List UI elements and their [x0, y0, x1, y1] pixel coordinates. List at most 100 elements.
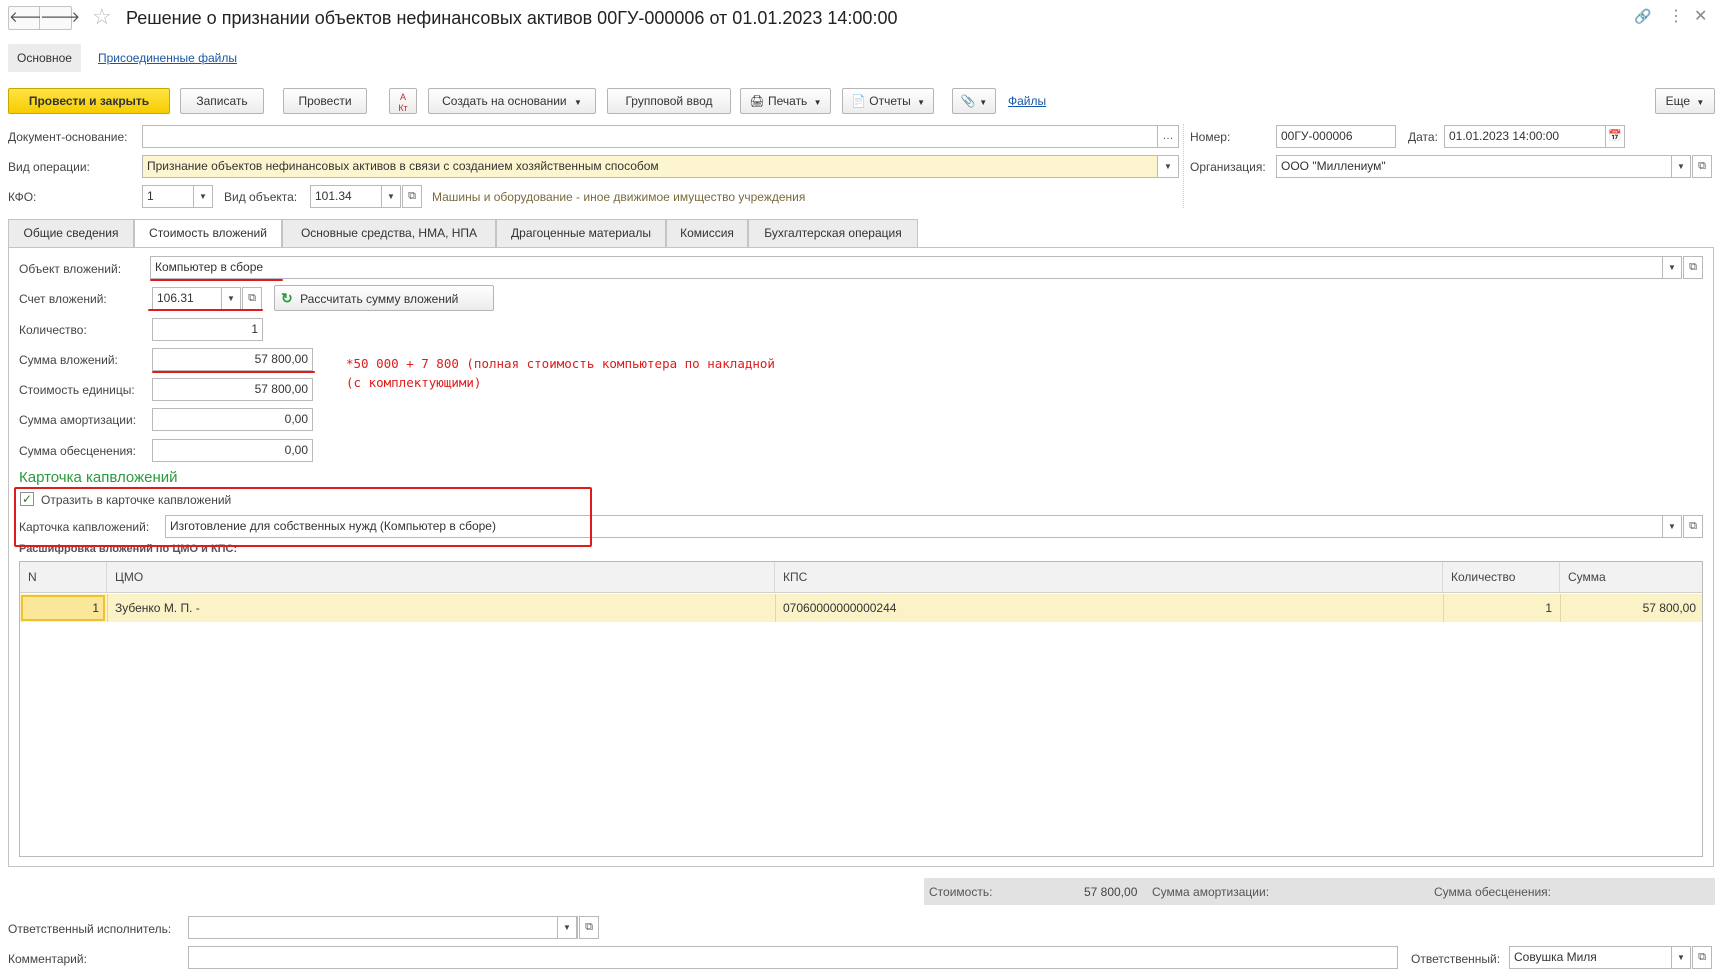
nav-tab-files[interactable]: Присоединенные файлы [98, 51, 237, 65]
account-dropdown-button[interactable]: ▼ [221, 287, 241, 310]
table-cell-kps[interactable]: 07060000000000244 [775, 594, 1443, 622]
op-type-select[interactable]: Признание объектов нефинансовых активов … [142, 155, 1158, 178]
table-cell-n[interactable]: 1 [20, 594, 107, 622]
obj-type-dropdown-button[interactable]: ▼ [381, 185, 401, 208]
save-button[interactable]: Записать [180, 88, 264, 114]
executor-open-button[interactable]: ⧉ [579, 916, 599, 939]
breakdown-grid[interactable]: N ЦМО КПС Количество Сумма 1 Зубенко М. … [19, 561, 1703, 857]
header-divider [1183, 124, 1184, 208]
calendar-button[interactable]: 📅 [1605, 125, 1625, 148]
attach-button[interactable]: 📎 ▼ [952, 88, 996, 114]
object-annotation-underline [150, 279, 283, 281]
amort-label: Сумма амортизации: [19, 413, 137, 427]
obj-type-select[interactable]: 101.34 [310, 185, 382, 208]
qty-input[interactable]: 1 [152, 318, 263, 341]
favorite-star-icon[interactable]: ☆ [92, 4, 112, 30]
print-button[interactable]: 🖨 Печать ▼ [740, 88, 831, 114]
date-input[interactable]: 01.01.2023 14:00:00 [1444, 125, 1606, 148]
create-based-label: Создать на основании [442, 94, 567, 108]
kfo-select[interactable]: 1 [142, 185, 194, 208]
table-cell-qty[interactable]: 1 [1443, 594, 1560, 622]
grid-header-cmo[interactable]: ЦМО [107, 562, 775, 592]
grid-header-qty[interactable]: Количество [1443, 562, 1560, 592]
op-type-label: Вид операции: [8, 160, 90, 174]
tab-invest-cost[interactable]: Стоимость вложений [134, 219, 282, 248]
grid-header-kps[interactable]: КПС [775, 562, 1443, 592]
account-select[interactable]: 106.31 [152, 287, 222, 310]
org-dropdown-button[interactable]: ▼ [1671, 155, 1691, 178]
tab-fixed-assets[interactable]: Основные средства, НМА, НПА [282, 219, 496, 247]
org-label: Организация: [1190, 160, 1266, 174]
responsible-select[interactable]: Совушка Миля [1509, 946, 1673, 969]
forward-button[interactable]: 🡒 [40, 6, 80, 30]
chevron-down-icon: ▼ [917, 98, 926, 107]
responsible-open-button[interactable]: ⧉ [1692, 946, 1712, 969]
more-button[interactable]: Еще ▼ [1655, 88, 1715, 114]
print-label: Печать [768, 94, 808, 108]
calc-sum-button[interactable]: ↻ Рассчитать сумму вложений [274, 285, 494, 311]
qty-label: Количество: [19, 323, 87, 337]
impair-input[interactable]: 0,00 [152, 439, 313, 462]
nav-tab-main[interactable]: Основное [8, 44, 81, 72]
obj-type-open-button[interactable]: ⧉ [402, 185, 422, 208]
account-open-button[interactable]: ⧉ [242, 287, 262, 310]
kfo-dropdown-button[interactable]: ▼ [193, 185, 213, 208]
comment-label: Комментарий: [8, 952, 87, 966]
account-annotation-underline [148, 309, 263, 311]
doc-basis-input[interactable] [142, 125, 1158, 148]
object-dropdown-button[interactable]: ▼ [1662, 256, 1682, 279]
number-label: Номер: [1190, 130, 1231, 144]
grid-header-n[interactable]: N [20, 562, 107, 592]
table-cell-sum[interactable]: 57 800,00 [1560, 594, 1702, 622]
group-input-button[interactable]: Групповой ввод [607, 88, 731, 114]
doc-basis-select-button[interactable]: … [1157, 125, 1179, 148]
comment-input[interactable] [188, 946, 1398, 969]
reports-button[interactable]: 📄 Отчеты ▼ [842, 88, 934, 114]
number-input[interactable]: 00ГУ-000006 [1276, 125, 1396, 148]
sum-label: Сумма вложений: [19, 353, 118, 367]
close-icon[interactable]: ✕ [1694, 6, 1707, 26]
executor-select[interactable] [188, 916, 578, 939]
more-vertical-icon[interactable]: ⋮ [1668, 6, 1684, 26]
unit-cost-input[interactable]: 57 800,00 [152, 378, 313, 401]
doc-basis-label: Документ-основание: [8, 130, 128, 144]
printer-icon: 🖨 [749, 94, 765, 108]
obj-type-label: Вид объекта: [224, 190, 298, 204]
sum-input[interactable]: 57 800,00 [152, 348, 313, 371]
grid-col-divider [1443, 594, 1444, 622]
tab-commission[interactable]: Комиссия [666, 219, 748, 247]
link-icon[interactable]: 🔗 [1634, 8, 1651, 25]
files-link[interactable]: Файлы [1008, 94, 1046, 108]
org-select[interactable]: ООО "Миллениум" [1276, 155, 1672, 178]
executor-dropdown-button[interactable]: ▼ [557, 916, 577, 939]
more-label: Еще [1665, 94, 1691, 108]
card-open-button[interactable]: ⧉ [1683, 515, 1703, 538]
sum-annotation-underline [152, 371, 315, 373]
totals-cost-label: Стоимость: [929, 885, 993, 899]
post-and-close-button[interactable]: Провести и закрыть [8, 88, 170, 114]
totals-amort-label: Сумма амортизации: [1152, 885, 1270, 899]
totals-bar [924, 878, 1715, 905]
responsible-label: Ответственный: [1411, 952, 1501, 966]
account-label: Счет вложений: [19, 292, 107, 306]
back-button[interactable]: 🡐 [8, 6, 49, 30]
dt-kt-button[interactable]: A Кт [389, 88, 417, 114]
table-cell-cmo[interactable]: Зубенко М. П. - [107, 594, 775, 622]
op-type-dropdown-button[interactable]: ▼ [1157, 155, 1179, 178]
object-open-button[interactable]: ⧉ [1683, 256, 1703, 279]
object-select[interactable]: Компьютер в сборе [150, 256, 1663, 279]
totals-cost-value: 57 800,00 [1084, 885, 1138, 899]
card-dropdown-button[interactable]: ▼ [1662, 515, 1682, 538]
org-open-button[interactable]: ⧉ [1692, 155, 1712, 178]
arrow-right-icon: 🡒 [40, 9, 81, 26]
tab-accounting[interactable]: Бухгалтерская операция [748, 219, 918, 247]
grid-header-sum[interactable]: Сумма [1560, 562, 1702, 592]
create-based-button[interactable]: Создать на основании ▼ [428, 88, 596, 114]
annotation-note-line1: *50 000 + 7 800 (полная стоимость компью… [346, 356, 775, 371]
responsible-dropdown-button[interactable]: ▼ [1671, 946, 1691, 969]
refresh-icon: ↻ [281, 290, 293, 306]
post-button[interactable]: Провести [283, 88, 367, 114]
tab-general[interactable]: Общие сведения [8, 219, 134, 247]
tab-precious[interactable]: Драгоценные материалы [496, 219, 666, 247]
amort-input[interactable]: 0,00 [152, 408, 313, 431]
